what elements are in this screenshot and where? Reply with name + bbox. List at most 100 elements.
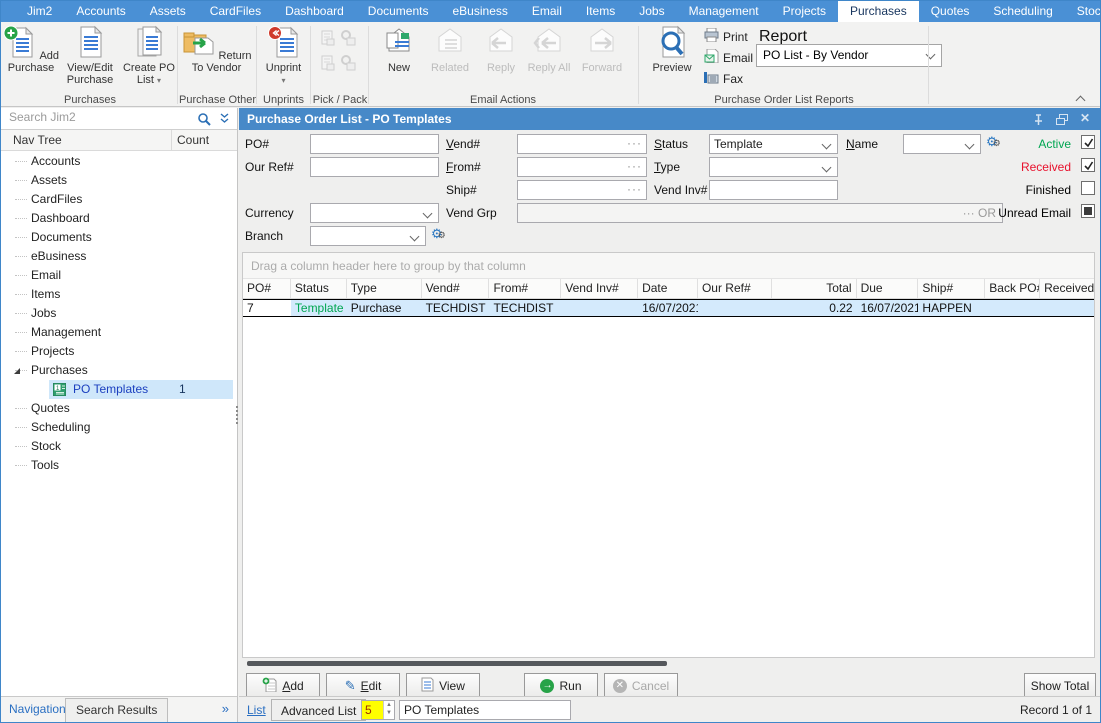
preview-button[interactable]: Preview: [644, 25, 700, 74]
sidebar-item-purchases[interactable]: Purchases: [1, 361, 237, 380]
vend-inv-input[interactable]: [709, 180, 838, 200]
reply-button[interactable]: Reply: [478, 25, 524, 74]
tab-navigation[interactable]: Navigation: [9, 702, 66, 716]
unread-email-checkbox[interactable]: [1081, 204, 1095, 218]
menu-tab-stock[interactable]: Stock: [1065, 1, 1101, 22]
menu-tab-items[interactable]: Items: [574, 1, 627, 22]
return-to-vendor-button[interactable]: Return To Vendor: [181, 25, 253, 74]
column-header-total[interactable]: Total: [772, 279, 857, 298]
sidebar-item-jobs[interactable]: Jobs: [1, 304, 237, 323]
menu-tab-jim2[interactable]: Jim2: [15, 1, 64, 22]
search-icon[interactable]: [197, 112, 211, 131]
sidebar-item-email[interactable]: Email: [1, 266, 237, 285]
menu-tab-purchases[interactable]: Purchases: [838, 1, 919, 22]
menu-tab-documents[interactable]: Documents: [356, 1, 441, 22]
menu-tab-cardfiles[interactable]: CardFiles: [198, 1, 273, 22]
menu-tab-assets[interactable]: Assets: [138, 1, 198, 22]
related-email-button[interactable]: Related: [424, 25, 476, 74]
ribbon-collapse-button[interactable]: [1077, 91, 1086, 100]
column-header-status[interactable]: Status: [291, 279, 347, 298]
active-checkbox[interactable]: [1081, 135, 1095, 149]
tree-expander-icon[interactable]: [14, 368, 20, 374]
our-ref-input[interactable]: [310, 157, 439, 177]
column-header-vend-inv[interactable]: Vend Inv#: [561, 279, 638, 298]
sidebar-item-documents[interactable]: Documents: [1, 228, 237, 247]
column-header-from[interactable]: From#: [489, 279, 561, 298]
group-by-hint[interactable]: Drag a column header here to group by th…: [243, 253, 1094, 279]
sidebar-item-quotes[interactable]: Quotes: [1, 399, 237, 418]
sidebar-item-assets[interactable]: Assets: [1, 171, 237, 190]
sidebar-item-stock[interactable]: Stock: [1, 437, 237, 456]
menu-tab-ebusiness[interactable]: eBusiness: [441, 1, 520, 22]
branch-gear-icon[interactable]: ⚙⚙: [431, 227, 446, 242]
sidebar-item-items[interactable]: Items: [1, 285, 237, 304]
close-icon[interactable]: ✕: [1080, 111, 1090, 125]
tab-advanced-list[interactable]: Advanced List: [271, 699, 366, 721]
column-header-due[interactable]: Due: [857, 279, 919, 298]
show-total-button[interactable]: Show Total: [1024, 673, 1096, 698]
new-email-button[interactable]: New: [376, 25, 422, 74]
sidebar-item-dashboard[interactable]: Dashboard: [1, 209, 237, 228]
sidebar-item-scheduling[interactable]: Scheduling: [1, 418, 237, 437]
run-button[interactable]: → Run: [524, 673, 598, 698]
column-header-date[interactable]: Date: [638, 279, 698, 298]
reply-all-button[interactable]: Reply All: [526, 25, 572, 74]
from-input[interactable]: ···: [517, 157, 647, 177]
view-edit-purchase-button[interactable]: View/Edit Purchase: [61, 25, 119, 87]
edit-button[interactable]: ✎ Edit: [326, 673, 400, 698]
print-button[interactable]: Print: [704, 26, 753, 47]
ship-input[interactable]: ···: [517, 180, 647, 200]
list-name-input[interactable]: [399, 700, 571, 720]
pin-icon[interactable]: [1033, 113, 1044, 131]
column-header-back-po[interactable]: Back PO#: [985, 279, 1040, 298]
sidebar-item-po-templates[interactable]: 1 PO Templates 1: [1, 380, 237, 399]
menu-tab-accounts[interactable]: Accounts: [64, 1, 137, 22]
column-header-vend[interactable]: Vend#: [422, 279, 490, 298]
tab-search-results[interactable]: Search Results: [65, 698, 168, 722]
column-header-received[interactable]: Received: [1040, 279, 1094, 298]
record-count-input[interactable]: [362, 701, 384, 719]
column-header-our-ref[interactable]: Our Ref#: [698, 279, 772, 298]
table-row[interactable]: 7 Template Purchase TECHDIST TECHDIST 16…: [243, 299, 1094, 317]
menu-tab-quotes[interactable]: Quotes: [919, 1, 982, 22]
ellipsis-icon[interactable]: ···: [627, 159, 642, 173]
search-options-chevrons-icon[interactable]: [219, 111, 230, 130]
menu-tab-projects[interactable]: Projects: [771, 1, 838, 22]
received-checkbox[interactable]: [1081, 158, 1095, 172]
add-button[interactable]: Add: [246, 673, 320, 698]
status-select[interactable]: Template: [709, 134, 838, 154]
horizontal-scrollbar[interactable]: [242, 660, 1093, 666]
more-tabs-icon[interactable]: »: [222, 701, 229, 716]
menu-tab-management[interactable]: Management: [677, 1, 771, 22]
menu-tab-dashboard[interactable]: Dashboard: [273, 1, 356, 22]
ellipsis-icon[interactable]: ···: [627, 136, 642, 150]
tab-list[interactable]: List: [247, 703, 266, 717]
column-header-po[interactable]: PO#: [243, 279, 291, 298]
sidebar-item-accounts[interactable]: Accounts: [1, 152, 237, 171]
stepper-arrows-icon[interactable]: ▲▼: [383, 701, 394, 719]
branch-select[interactable]: [310, 226, 426, 246]
menu-tab-jobs[interactable]: Jobs: [627, 1, 676, 22]
add-purchase-button[interactable]: Add Purchase: [3, 25, 59, 87]
sidebar-item-cardfiles[interactable]: CardFiles: [1, 190, 237, 209]
type-select[interactable]: [709, 157, 838, 177]
column-header-type[interactable]: Type: [347, 279, 422, 298]
restore-window-icon[interactable]: [1056, 113, 1068, 131]
create-po-list-button[interactable]: Create PO List ▾: [121, 25, 177, 87]
view-button[interactable]: View: [406, 673, 480, 698]
menu-tab-email[interactable]: Email: [520, 1, 574, 22]
scrollbar-thumb[interactable]: [247, 661, 667, 666]
column-header-ship[interactable]: Ship#: [918, 279, 985, 298]
currency-select[interactable]: [310, 203, 439, 223]
sidebar-item-projects[interactable]: Projects: [1, 342, 237, 361]
fax-button[interactable]: Fax: [704, 68, 753, 89]
search-input[interactable]: [9, 110, 179, 124]
menu-tab-scheduling[interactable]: Scheduling: [981, 1, 1064, 22]
ellipsis-icon[interactable]: ···: [627, 182, 642, 196]
forward-button[interactable]: Forward: [574, 25, 630, 74]
email-report-button[interactable]: Email: [704, 47, 753, 68]
cancel-button[interactable]: ✕ Cancel: [604, 673, 678, 698]
sidebar-item-ebusiness[interactable]: eBusiness: [1, 247, 237, 266]
sidebar-item-tools[interactable]: Tools: [1, 456, 237, 475]
finished-checkbox[interactable]: [1081, 181, 1095, 195]
